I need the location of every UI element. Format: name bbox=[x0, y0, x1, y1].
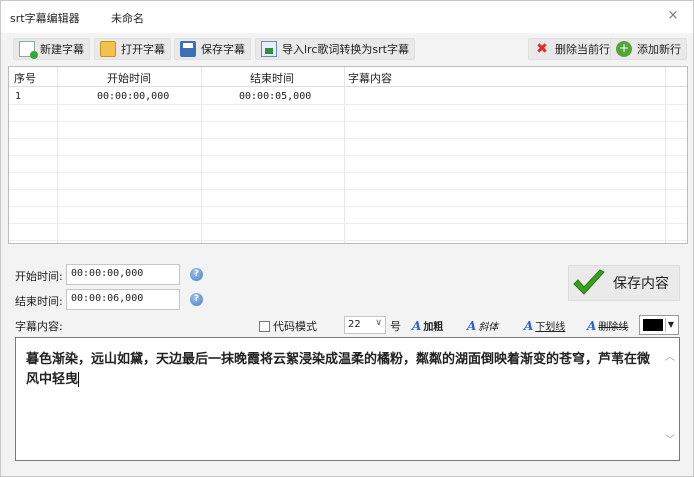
save-content-label: 保存内容 bbox=[613, 276, 669, 292]
row-divider bbox=[9, 104, 687, 105]
font-size-select[interactable]: 22 ∨ bbox=[344, 316, 386, 334]
column-header-index[interactable]: 序号 bbox=[14, 70, 36, 86]
bold-button[interactable]: A 加粗 bbox=[412, 318, 444, 334]
row-divider bbox=[9, 121, 687, 122]
app-window: srt字幕编辑器 未命名 × 新建字幕 打开字幕 保存字幕 导入lrc歌词转换为… bbox=[0, 0, 694, 477]
font-a-icon: A bbox=[587, 318, 597, 333]
content-label: 字幕内容: bbox=[15, 320, 63, 333]
end-time-label: 结束时间: bbox=[15, 295, 63, 308]
subtitle-content-editor[interactable]: 暮色渐染，远山如黛，天边最后一抹晚霞将云絮浸染成温柔的橘粉，粼粼的湖面倒映着渐变… bbox=[15, 337, 680, 461]
app-title: srt字幕编辑器 bbox=[10, 12, 80, 25]
add-row-button[interactable]: + 添加新行 bbox=[610, 38, 687, 60]
delete-x-icon: ✖ bbox=[536, 41, 548, 57]
subtitle-grid[interactable]: 序号 开始时间 结束时间 字幕内容 1 00:00:00,000 00:00:0… bbox=[8, 66, 688, 244]
checkmark-icon bbox=[571, 268, 607, 298]
save-subtitle-button[interactable]: 保存字幕 bbox=[174, 38, 251, 60]
code-mode-checkbox[interactable]: 代码模式 bbox=[259, 318, 317, 334]
delete-row-label: 删除当前行 bbox=[555, 43, 610, 56]
import-lrc-button[interactable]: 导入lrc歌词转换为srt字幕 bbox=[255, 38, 415, 60]
row-divider bbox=[9, 155, 687, 156]
column-header-end[interactable]: 结束时间 bbox=[250, 70, 294, 86]
column-header-content[interactable]: 字幕内容 bbox=[348, 70, 392, 86]
add-circle-icon: + bbox=[616, 41, 632, 57]
font-a-icon: A bbox=[412, 318, 422, 333]
delete-row-button[interactable]: ✖ 删除当前行 bbox=[528, 38, 616, 60]
new-subtitle-label: 新建字幕 bbox=[40, 43, 84, 56]
size-unit-label: 号 bbox=[390, 320, 401, 333]
chevron-down-icon: ∨ bbox=[375, 318, 382, 328]
folder-icon bbox=[100, 41, 116, 57]
new-subtitle-button[interactable]: 新建字幕 bbox=[13, 38, 90, 60]
scroll-down-icon[interactable]: ﹀ bbox=[665, 431, 675, 446]
row-index-cell: 1 bbox=[15, 91, 22, 102]
end-time-input[interactable]: 00:00:06,000 bbox=[66, 289, 180, 310]
info-icon[interactable]: ? bbox=[190, 293, 203, 306]
row-divider bbox=[9, 172, 687, 173]
checkbox-box[interactable] bbox=[259, 320, 270, 332]
import-lrc-label: 导入lrc歌词转换为srt字幕 bbox=[282, 43, 409, 56]
row-divider bbox=[9, 206, 687, 207]
add-row-label: 添加新行 bbox=[637, 43, 681, 56]
editor-text[interactable]: 暮色渐染，远山如黛，天边最后一抹晚霞将云絮浸染成温柔的橘粉，粼粼的湖面倒映着渐变… bbox=[26, 350, 656, 390]
import-icon bbox=[261, 41, 277, 57]
row-divider bbox=[9, 223, 687, 224]
floppy-disk-icon bbox=[180, 41, 196, 57]
font-a-icon: A bbox=[467, 318, 477, 333]
info-icon[interactable]: ? bbox=[190, 268, 203, 281]
toolbar: 新建字幕 打开字幕 保存字幕 导入lrc歌词转换为srt字幕 ✖ 删除当前行 +… bbox=[1, 34, 693, 64]
chevron-down-icon: ▼ bbox=[665, 318, 676, 332]
save-subtitle-label: 保存字幕 bbox=[201, 43, 245, 56]
bold-label: 加粗 bbox=[423, 322, 444, 333]
save-content-button[interactable]: 保存内容 bbox=[568, 265, 680, 301]
text-caret bbox=[78, 372, 80, 387]
row-divider bbox=[9, 138, 687, 139]
title-bar: srt字幕编辑器 未命名 × bbox=[1, 1, 693, 33]
underline-button[interactable]: A 下划线 bbox=[524, 318, 566, 334]
color-swatch bbox=[643, 319, 663, 331]
italic-label: 斜体 bbox=[478, 322, 499, 333]
font-color-picker[interactable]: ▼ bbox=[639, 315, 679, 335]
start-time-label: 开始时间: bbox=[15, 270, 63, 283]
editor-text-content: 暮色渐染，远山如黛，天边最后一抹晚霞将云絮浸染成温柔的橘粉，粼粼的湖面倒映着渐变… bbox=[26, 352, 651, 387]
row-divider bbox=[9, 189, 687, 190]
row-divider bbox=[9, 240, 687, 241]
close-icon[interactable]: × bbox=[665, 8, 681, 24]
underline-label: 下划线 bbox=[535, 322, 566, 333]
row-start-cell: 00:00:00,000 bbox=[97, 91, 170, 102]
column-header-start[interactable]: 开始时间 bbox=[107, 70, 151, 86]
grid-header: 序号 开始时间 结束时间 字幕内容 bbox=[9, 67, 687, 87]
open-subtitle-button[interactable]: 打开字幕 bbox=[94, 38, 171, 60]
document-title: 未命名 bbox=[111, 12, 144, 25]
font-size-value: 22 bbox=[348, 319, 361, 330]
scroll-up-icon[interactable]: ︿ bbox=[665, 348, 675, 363]
code-mode-label: 代码模式 bbox=[273, 320, 317, 333]
row-end-cell: 00:00:05,000 bbox=[239, 91, 312, 102]
strike-label: 删除线 bbox=[598, 322, 629, 333]
open-subtitle-label: 打开字幕 bbox=[121, 43, 165, 56]
strikethrough-button[interactable]: A 删除线 bbox=[587, 318, 629, 334]
start-time-input[interactable]: 00:00:00,000 bbox=[66, 264, 180, 285]
new-file-icon bbox=[19, 41, 38, 59]
italic-button[interactable]: A 斜体 bbox=[467, 318, 499, 334]
format-toolbar: 字幕内容: 代码模式 22 ∨ 号 A 加粗 A 斜体 A 下划线 A 删除线 … bbox=[1, 314, 693, 336]
font-a-icon: A bbox=[524, 318, 534, 333]
